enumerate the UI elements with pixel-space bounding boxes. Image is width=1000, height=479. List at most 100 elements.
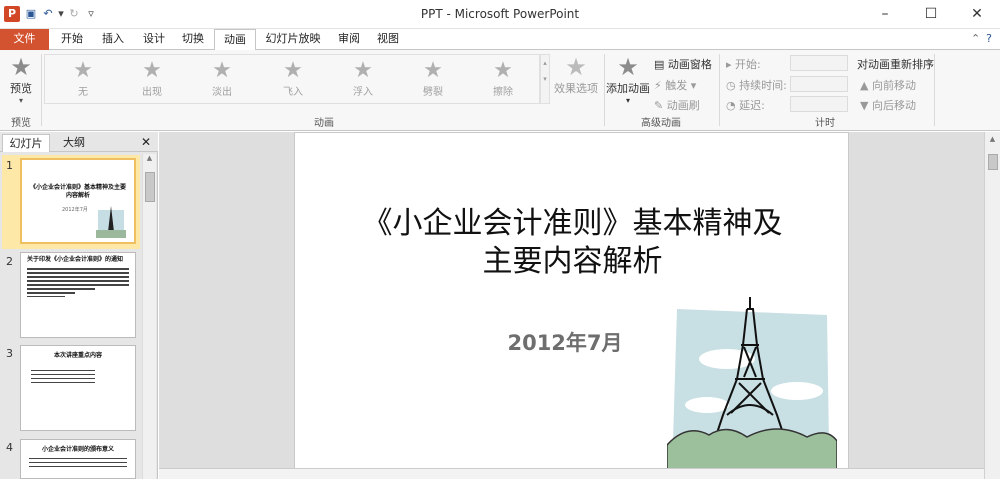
duration-icon: ◷ — [726, 79, 740, 92]
tab-animations[interactable]: 动画 — [214, 29, 256, 51]
ribbon: ★ 预览 ▾ 预览 ★ 无 ★ 出现 ★ 淡出 ★ 飞入 ★ 浮入 ★ 劈裂 ★ 擦除 ▴ ▾ … — [0, 50, 1000, 131]
thumb-text-line — [27, 268, 129, 270]
tab-file[interactable]: 文件 — [0, 29, 49, 50]
thumb-text-line — [29, 466, 127, 467]
tab-outline[interactable]: 大纲 — [54, 134, 94, 152]
tab-review[interactable]: 审阅 — [334, 29, 364, 50]
effect-options-button[interactable]: ★ 效果选项 — [553, 54, 599, 96]
current-slide[interactable]: 《小企业会计准则》基本精神及 主要内容解析 2012年7月 — [294, 132, 849, 473]
scroll-up-icon[interactable]: ▲ — [143, 154, 156, 162]
tab-slides[interactable]: 幻灯片 — [2, 134, 50, 152]
slide-title[interactable]: 《小企业会计准则》基本精神及 主要内容解析 — [335, 205, 810, 281]
animation-gallery[interactable]: ★ 无 ★ 出现 ★ 淡出 ★ 飞入 ★ 浮入 ★ 劈裂 ★ 擦除 — [44, 54, 540, 104]
collapse-ribbon-icon[interactable]: ⌃ — [971, 32, 980, 45]
thumb-title: 小企业会计准则的颁布意义 — [41, 446, 114, 453]
gallery-appear[interactable]: ★ 出现 — [122, 58, 182, 99]
gallery-float-in[interactable]: ★ 浮入 — [333, 59, 393, 99]
thumb-title: 《小企业会计准则》基本精神及主要内容解析 — [30, 184, 127, 199]
trigger-label: 触发 — [665, 79, 688, 92]
thumb-text-line — [31, 374, 95, 375]
gallery-label: 劈裂 — [423, 87, 443, 98]
gallery-split[interactable]: ★ 劈裂 — [403, 58, 463, 99]
notes-divider[interactable] — [159, 468, 984, 479]
tab-transitions[interactable]: 切换 — [177, 29, 209, 50]
thumb-title: 本次讲座重点内容 — [53, 352, 102, 359]
add-animation-icon: ★ — [617, 53, 639, 81]
star-icon: ★ — [493, 58, 513, 83]
gallery-label: 出现 — [142, 87, 162, 98]
slide-title-line-1: 《小企业会计准则》基本精神及 — [362, 206, 783, 241]
window-title: PPT - Microsoft PowerPoint — [420, 7, 580, 21]
slide-number: 3 — [6, 347, 13, 360]
group-timing-label: 计时 — [815, 118, 835, 129]
gallery-wipe[interactable]: ★ 擦除 — [473, 58, 533, 99]
slide-canvas: 《小企业会计准则》基本精神及 主要内容解析 2012年7月 — [159, 132, 984, 479]
add-animation-label: 添加动画 — [606, 82, 650, 95]
slide-scroll-thumb[interactable] — [988, 154, 998, 170]
delay-spinner[interactable] — [790, 96, 848, 112]
close-icon[interactable]: ✕ — [954, 0, 1000, 29]
slide-number: 4 — [6, 441, 13, 454]
minimize-icon[interactable]: – — [862, 0, 908, 29]
trigger-icon: ⚡ — [654, 79, 666, 92]
gallery-scroll[interactable]: ▴ ▾ — [540, 54, 550, 104]
pane-scrollbar[interactable]: ▲ — [142, 154, 156, 479]
start-label: ▸ 开始: — [726, 56, 761, 72]
slide-number: 2 — [6, 255, 13, 268]
thumb-text-line — [29, 458, 127, 459]
slide-thumbnail-4[interactable]: 小企业会计准则的颁布意义 — [20, 439, 136, 479]
tab-insert[interactable]: 插入 — [97, 29, 129, 50]
star-icon: ★ — [212, 58, 232, 83]
slide-thumbnail-3[interactable]: 本次讲座重点内容 — [20, 345, 136, 431]
gallery-label: 淡出 — [212, 87, 232, 98]
pane-scroll-thumb[interactable] — [145, 172, 155, 202]
animation-pane-button[interactable]: ▤ 动画窗格 — [654, 56, 712, 72]
preview-label: 预览 — [10, 82, 32, 95]
gallery-fly-in[interactable]: ★ 飞入 — [263, 59, 323, 99]
slide-number: 1 — [6, 159, 13, 172]
maximize-icon[interactable]: ☐ — [908, 0, 954, 29]
thumb-text-line — [27, 272, 129, 274]
thumb-text-line — [27, 280, 129, 282]
start-text: 开始: — [735, 58, 761, 71]
gallery-label: 飞入 — [283, 87, 303, 98]
duration-label: ◷ 持续时间: — [726, 77, 787, 93]
move-later-label: 向后移动 — [871, 99, 916, 112]
preview-button[interactable]: ★ 预览 ▾ — [4, 54, 38, 105]
delay-label: ◔ 延迟: — [726, 97, 765, 113]
move-earlier-button[interactable]: ▲ 向前移动 — [860, 77, 916, 93]
slide-title-line-2: 主要内容解析 — [482, 244, 663, 279]
group-advanced-label: 高级动画 — [641, 118, 681, 129]
animation-pane-label: 动画窗格 — [667, 58, 712, 71]
scroll-up-icon[interactable]: ▲ — [985, 135, 1000, 143]
slide-date[interactable]: 2012年7月 — [475, 327, 655, 357]
down-arrow-icon: ▼ — [860, 99, 872, 112]
animation-painter-button[interactable]: ✎ 动画刷 — [654, 97, 700, 113]
slide-thumbnail-2[interactable]: 关于印发《小企业会计准则》的通知 — [20, 252, 136, 338]
start-select[interactable] — [790, 55, 848, 71]
star-icon: ★ — [423, 58, 443, 83]
window-controls: – ☐ ✕ — [862, 0, 1000, 29]
tab-design[interactable]: 设计 — [138, 29, 170, 50]
gallery-none[interactable]: ★ 无 — [53, 59, 113, 99]
help-icon[interactable]: ? — [986, 32, 992, 45]
tab-slideshow[interactable]: 幻灯片放映 — [262, 29, 324, 50]
gallery-fade[interactable]: ★ 淡出 — [192, 58, 252, 99]
gallery-label: 无 — [78, 87, 88, 98]
duration-spinner[interactable] — [790, 76, 848, 92]
tab-home[interactable]: 开始 — [56, 29, 88, 50]
effect-star-icon: ★ — [565, 53, 587, 81]
add-animation-button[interactable]: ★ 添加动画 ▾ — [606, 54, 650, 105]
eiffel-tower-image[interactable] — [667, 295, 837, 473]
move-later-button[interactable]: ▼ 向后移动 — [860, 97, 916, 113]
painter-icon: ✎ — [654, 99, 667, 112]
trigger-button[interactable]: ⚡ 触发 ▾ — [654, 77, 696, 93]
slide-thumbnail-1[interactable]: 《小企业会计准则》基本精神及主要内容解析 2012年7月 — [20, 158, 136, 244]
slide-scrollbar[interactable]: ▲ — [984, 132, 1000, 479]
thumb-text-line — [31, 378, 95, 379]
close-pane-icon[interactable]: ✕ — [138, 134, 154, 152]
tab-view[interactable]: 视图 — [373, 29, 403, 50]
star-icon: ★ — [142, 58, 162, 83]
ribbon-right-icons: ⌃ ? — [971, 32, 992, 45]
up-arrow-icon: ▲ — [860, 79, 872, 92]
